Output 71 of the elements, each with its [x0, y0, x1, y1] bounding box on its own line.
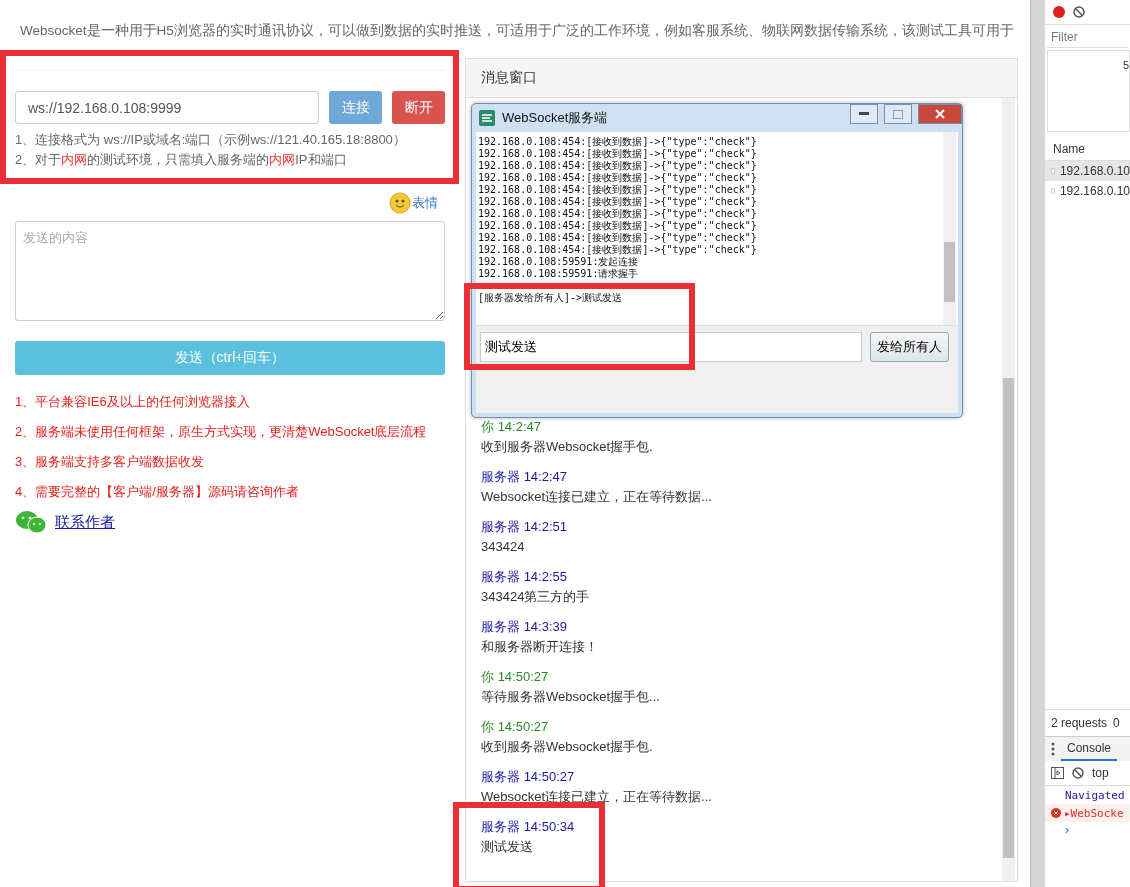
log-line: 192.168.0.108:454:[接收到数据]->{"type":"check"} — [478, 232, 758, 244]
chat-bubbles-icon — [15, 510, 47, 534]
log-line: 192.168.0.108:454:[接收到数据]->{"type":"check"} — [478, 160, 758, 172]
intro-text: Websocket是一种用于H5浏览器的实时通讯协议，可以做到数据的实时推送，可适用于广泛的工作环境，例如客服系统、物联网数据传输系统，该测试工具可用于 — [20, 22, 1015, 40]
kebab-menu-icon — [1051, 742, 1055, 756]
log-line: 192.168.0.108:454:[接收到数据]->{"type":"check"} — [478, 208, 758, 220]
log-line: 192.168.0.108:454:[接收到数据]->{"type":"check"} — [478, 136, 758, 148]
log-line: 192.168.0.108:454:[接收到数据]->{"type":"check"} — [478, 196, 758, 208]
tick-label: 5 — [1122, 59, 1129, 73]
summary-text: 0 — [1113, 716, 1120, 730]
log-line: 192.168.0.108:59591:发起连接 — [478, 256, 640, 268]
scrollbar[interactable] — [943, 132, 956, 325]
message-text: 343424 — [481, 538, 526, 556]
log-line: 192.168.0.108:454:[接收到数据]->{"type":"check"} — [478, 172, 758, 184]
contact-link[interactable]: 联系作者 — [55, 512, 115, 532]
broadcast-input[interactable]: 测试发送 — [480, 332, 862, 362]
maximize-icon — [893, 109, 903, 119]
message-header: 服务器 14:2:47 — [481, 468, 568, 486]
message-text: 收到服务器Websocket握手包. — [481, 738, 654, 756]
panel-title: 消息窗口 — [466, 59, 1017, 98]
message-text: 343424第三方的手 — [481, 588, 591, 606]
block-icon — [1072, 767, 1084, 779]
context-selector[interactable]: top — [1092, 766, 1109, 780]
sidebar-icon — [1051, 767, 1064, 779]
hint-text: 2、对于内网的测试环境，只需填入服务端的内网IP和端口 — [15, 151, 348, 169]
record-icon — [1053, 6, 1065, 18]
hint-text: 1、连接格式为 ws://IP或域名:端口（示例ws://121.40.165.18:8800） — [15, 131, 407, 149]
message-text: 等待服务器Websocket握手包... — [481, 688, 661, 706]
log-line: 192.168.0.108:454:[接收到数据]->{"type":"check"} — [478, 244, 758, 256]
log-line: [服务器发给所有人]->测试发送 — [478, 292, 624, 304]
window-title: WebSocket服务端 — [502, 109, 609, 127]
url-input[interactable]: ws://192.168.0.108:9999 — [15, 91, 320, 124]
maximize-button[interactable] — [884, 104, 912, 124]
message-text: Websocket连接已建立，正在等待数据... — [481, 788, 713, 806]
message-text: 和服务器断开连接！ — [481, 638, 599, 656]
close-button[interactable] — [918, 104, 962, 124]
message-header: 你 14:2:47 — [481, 418, 542, 436]
error-icon — [1051, 808, 1061, 818]
message-header: 服务器 14:2:51 — [481, 518, 568, 536]
close-icon — [935, 109, 945, 119]
request-row[interactable]: 192.168.0.10 — [1045, 161, 1130, 181]
message-text: 测试发送 — [481, 838, 534, 856]
message-header: 服务器 14:3:39 — [481, 618, 568, 636]
minimize-button[interactable] — [850, 104, 878, 124]
document-icon — [1051, 185, 1055, 197]
message-header: 你 14:50:27 — [481, 718, 550, 736]
message-text: Websocket连接已建立，正在等待数据... — [481, 488, 713, 506]
message-header: 服务器 14:2:55 — [481, 568, 568, 586]
smiley-icon — [389, 192, 411, 214]
feature-text: 4、需要完整的【客户端/服务器】源码请咨询作者 — [15, 483, 300, 501]
console-prompt[interactable]: › — [1045, 822, 1130, 837]
feature-text: 1、平台兼容IE6及以上的任何浏览器接入 — [15, 393, 251, 411]
minimize-icon — [859, 112, 869, 116]
message-header: 你 14:50:27 — [481, 668, 550, 686]
scrollbar[interactable] — [1002, 98, 1015, 881]
emoji-link[interactable]: 表情 — [412, 194, 438, 212]
disconnect-button[interactable]: 断开 — [392, 91, 445, 124]
message-header: 服务器 14:50:27 — [481, 768, 576, 786]
message-text: 收到服务器Websocket握手包. — [481, 438, 654, 456]
block-icon — [1073, 6, 1085, 18]
log-line: 192.168.0.108:59591:请求握手 — [478, 268, 640, 280]
feature-text: 2、服务端未使用任何框架，原生方式实现，更清楚WebSocket底层流程 — [15, 423, 428, 441]
log-line: 192.168.0.108:454:[接收到数据]->{"type":"check"} — [478, 148, 758, 160]
feature-text: 3、服务端支持多客户端数据收发 — [15, 453, 206, 471]
app-icon — [478, 109, 496, 127]
log-line: 192.168.0.108:454:[接收到数据]->{"type":"check"} — [478, 184, 758, 196]
log-line: 192.168.0.108:454:[接收到数据]->{"type":"check"} — [478, 220, 758, 232]
send-all-button[interactable]: 发给所有人 — [870, 332, 949, 362]
message-textarea[interactable]: 发送的内容 — [15, 221, 445, 321]
message-header: 服务器 14:50:34 — [481, 818, 576, 836]
summary-text: 2 requests — [1051, 716, 1108, 730]
